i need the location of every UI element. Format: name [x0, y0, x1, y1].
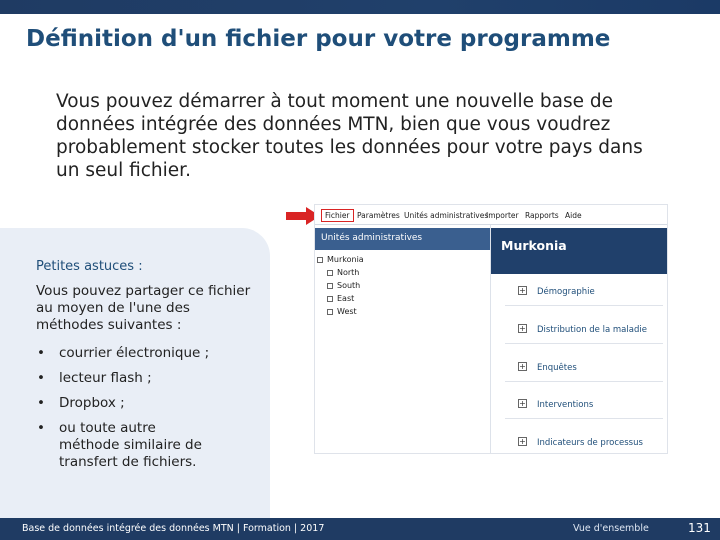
tree-item-label: East — [337, 294, 355, 303]
expand-icon[interactable] — [327, 269, 333, 276]
footer-text: Base de données intégrée des données MTN… — [22, 523, 325, 534]
tree-item-label: North — [337, 268, 360, 277]
collapse-icon[interactable] — [317, 256, 323, 263]
tips-item-dropbox: Dropbox ; — [36, 395, 256, 412]
divider — [505, 418, 663, 419]
tips-item-other: ou toute autre méthode similaire de tran… — [36, 420, 216, 471]
expand-icon[interactable] — [327, 282, 333, 289]
plus-icon[interactable]: + — [518, 437, 527, 446]
leaf-box-icon — [327, 295, 333, 302]
category-interventions[interactable]: Interventions — [537, 400, 593, 410]
plus-icon[interactable]: + — [518, 362, 527, 371]
tree-item-label: South — [337, 281, 361, 290]
menu-bar: Fichier Paramètres Unités administrative… — [315, 205, 667, 225]
tips-item-flash: lecteur flash ; — [36, 370, 256, 387]
tree-item-murkonia[interactable]: Murkonia — [317, 255, 364, 264]
category-distribution[interactable]: Distribution de la maladie — [537, 325, 647, 335]
menu-importer[interactable]: Importer — [486, 211, 519, 220]
intro-paragraph: Vous pouvez démarrer à tout moment une n… — [56, 91, 643, 181]
tree-item-west[interactable]: West — [327, 307, 357, 316]
tips-title: Petites astuces : — [36, 259, 143, 274]
divider — [505, 381, 663, 382]
overview-link[interactable]: Vue d'ensemble — [573, 523, 649, 534]
tree-item-east[interactable]: East — [327, 294, 354, 303]
app-screenshot: Fichier Paramètres Unités administrative… — [314, 204, 668, 454]
tips-list: courrier électronique ; lecteur flash ; … — [36, 345, 256, 479]
plus-icon[interactable]: + — [518, 286, 527, 295]
tree-item-label: Murkonia — [327, 255, 364, 264]
slide-title: Définition d'un fichier pour votre progr… — [26, 26, 611, 52]
menu-unites-administratives[interactable]: Unités administratives — [404, 211, 488, 220]
page-number: 131 — [688, 521, 711, 535]
detail-panel: Murkonia + Démographie + Distribution de… — [490, 225, 667, 453]
plus-icon[interactable]: + — [518, 399, 527, 408]
menu-fichier[interactable]: Fichier — [321, 209, 354, 222]
expand-icon[interactable] — [327, 308, 333, 315]
admin-units-header: Unités administratives — [315, 228, 490, 250]
category-demographie[interactable]: Démographie — [537, 287, 595, 297]
tree-item-north[interactable]: North — [327, 268, 359, 277]
top-accent-bar — [0, 0, 720, 14]
category-indicateurs[interactable]: Indicateurs de processus — [537, 438, 643, 448]
detail-header: Murkonia — [491, 228, 667, 274]
tips-text: Vous pouvez partager ce fichier au moyen… — [36, 283, 251, 333]
divider — [505, 305, 663, 306]
tips-item-email: courrier électronique ; — [36, 345, 256, 362]
menu-aide[interactable]: Aide — [565, 211, 582, 220]
category-enquetes[interactable]: Enquêtes — [537, 363, 577, 373]
tree-item-label: West — [337, 307, 357, 316]
divider — [505, 343, 663, 344]
tree-item-south[interactable]: South — [327, 281, 360, 290]
menu-rapports[interactable]: Rapports — [525, 211, 559, 220]
plus-icon[interactable]: + — [518, 324, 527, 333]
menu-parametres[interactable]: Paramètres — [357, 211, 400, 220]
